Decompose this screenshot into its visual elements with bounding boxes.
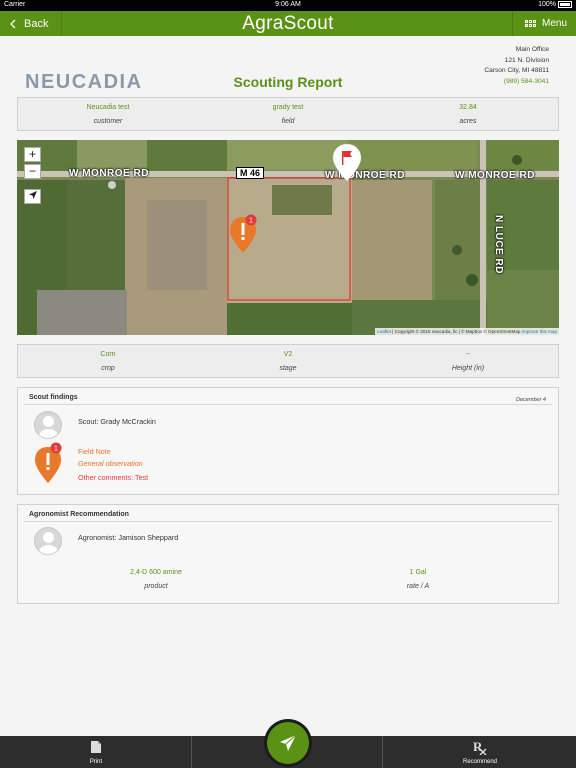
field-label: field: [281, 118, 295, 125]
leaflet-link[interactable]: Leaflet: [377, 329, 391, 334]
svg-text:1: 1: [54, 446, 58, 453]
app-title: AgraScout: [242, 13, 334, 34]
crop-label: crop: [101, 365, 115, 372]
grid-icon: [525, 19, 536, 28]
agronomist-avatar: [34, 527, 62, 555]
improve-map-link[interactable]: Improve this map: [522, 329, 557, 334]
height-cell: -- Height (in): [378, 345, 558, 372]
agronomist-name: Agronomist: Jamison Sheppard: [78, 533, 179, 542]
stage-cell: V2 stage: [198, 345, 378, 372]
customer-label: customer: [93, 118, 123, 125]
customer-cell: Neucadia test customer: [18, 98, 198, 125]
print-label: Print: [89, 759, 103, 765]
stage-value: V2: [283, 351, 293, 358]
road-label: W MONROE RD: [455, 170, 535, 181]
scout-avatar: [34, 411, 62, 439]
field-cell: grady test field: [198, 98, 378, 125]
zoom-out-button[interactable]: −: [24, 164, 41, 179]
product-label: product: [144, 583, 168, 590]
address-line: Carson City, MI 48811: [484, 67, 549, 74]
send-button-face: [267, 722, 309, 764]
status-time: 9:06 AM: [275, 1, 301, 8]
field-summary: Neucadia test customer grady test field …: [17, 97, 559, 131]
highway-shield: M 46: [236, 167, 265, 179]
location-arrow-icon: [28, 191, 37, 199]
stage-label: stage: [279, 365, 297, 372]
battery-icon: [558, 1, 572, 8]
agronomist-card: Agronomist Recommendation Agronomist: Ja…: [17, 504, 559, 604]
crop-cell: Corn crop: [18, 345, 198, 372]
height-value: --: [465, 351, 471, 358]
status-bar: Carrier 9:06 AM 100%: [0, 0, 576, 11]
map-attribution: Leaflet | Copyright © 2015 neucadia, llc…: [375, 328, 559, 335]
navigation-bar: Back AgraScout Menu: [0, 11, 576, 36]
rate-cell: 1 Gal rate / A: [328, 569, 508, 590]
svg-text:1: 1: [249, 218, 253, 225]
rate-label: rate / A: [406, 583, 430, 590]
crop-value: Corn: [100, 351, 116, 358]
divider: [24, 404, 552, 405]
back-label: Back: [24, 17, 49, 30]
rate-value: 1 Gal: [409, 569, 427, 576]
crop-summary: Corn crop V2 stage -- Height (in): [17, 344, 559, 378]
divider: [382, 736, 383, 768]
document-icon: [91, 741, 101, 753]
field-value: grady test: [272, 104, 304, 111]
customer-value: Neucadia test: [86, 104, 130, 111]
note-count-badge: 1: [245, 214, 257, 226]
recommend-label: Recommend: [462, 759, 497, 765]
divider: [24, 521, 552, 522]
print-button[interactable]: Print: [0, 736, 192, 768]
chevron-left-icon: [10, 19, 16, 28]
menu-button[interactable]: Menu: [512, 11, 576, 36]
locate-button[interactable]: [24, 189, 41, 204]
note-count-badge: 1: [50, 442, 62, 454]
product-cell: 2,4-D 600 amine product: [66, 569, 246, 590]
note-subtitle: General observation: [78, 459, 143, 468]
acres-value: 32.84: [459, 104, 477, 111]
product-value: 2,4-D 600 amine: [130, 569, 182, 576]
menu-label: Menu: [542, 18, 568, 29]
flag-pin[interactable]: [332, 143, 362, 183]
road-label: N LUCE RD: [493, 215, 504, 274]
height-label: Height (in): [451, 365, 485, 372]
zoom-in-button[interactable]: +: [24, 147, 41, 162]
recommend-button[interactable]: R Recommend: [384, 736, 576, 768]
address-line: 121 N. Division: [504, 56, 549, 64]
agronomist-header: Agronomist Recommendation: [29, 511, 129, 518]
scout-date: December 4: [516, 397, 546, 403]
note-title[interactable]: Field Note: [78, 447, 111, 456]
svg-text:R: R: [473, 739, 483, 754]
battery-percent: 100%: [538, 1, 556, 8]
company-address: Main Office 121 N. Division Carson City,…: [484, 45, 549, 87]
note-comment: Other comments: Test: [78, 473, 149, 482]
send-icon: [280, 734, 297, 751]
send-report-button[interactable]: [264, 719, 312, 767]
road-label: W MONROE RD: [69, 168, 149, 179]
prescription-icon: R: [473, 739, 487, 755]
company-phone[interactable]: (989) 584-3041: [484, 77, 549, 88]
field-map[interactable]: W MONROE RD W MONROE RD W MONROE RD N LU…: [17, 140, 559, 335]
battery-indicator: 100%: [538, 1, 572, 8]
address-line: Main Office: [515, 46, 549, 53]
acres-cell: 32.84 acres: [378, 98, 558, 125]
back-button[interactable]: Back: [0, 11, 62, 36]
copyright-text: | Copyright © 2015 neucadia, llc | © Map…: [390, 329, 522, 334]
scout-findings-header: Scout findings: [29, 394, 78, 401]
scout-findings-card: Scout findings December 4 Scout: Grady M…: [17, 387, 559, 495]
divider: [191, 736, 192, 768]
scout-name: Scout: Grady McCrackin: [78, 417, 156, 426]
acres-label: acres: [459, 118, 477, 125]
